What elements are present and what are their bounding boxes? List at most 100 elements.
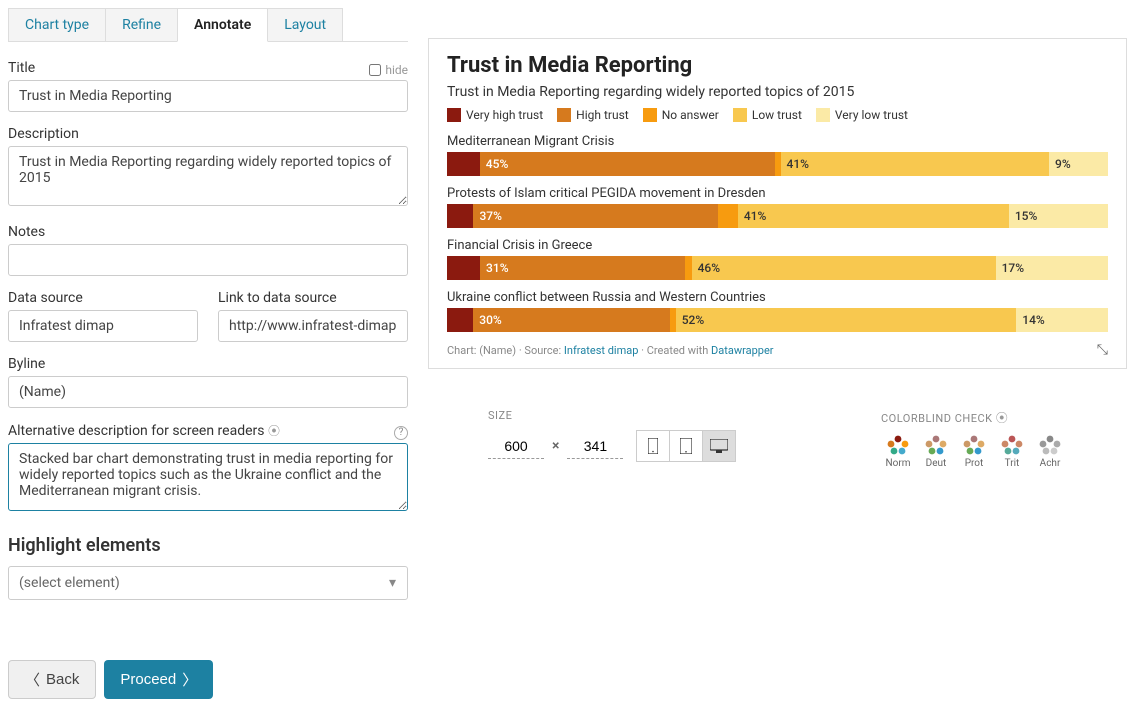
bar-segment [447, 256, 480, 280]
height-input[interactable] [567, 434, 623, 459]
chart-row: Ukraine conflict between Russia and West… [447, 290, 1108, 332]
bar-segment: 46% [692, 256, 996, 280]
chart-row: Protests of Islam critical PEGIDA moveme… [447, 186, 1108, 228]
hide-title-checkbox[interactable] [369, 64, 381, 76]
bar-segment: 41% [781, 152, 1050, 176]
legend-item: No answer [643, 108, 719, 122]
legend-swatch [816, 108, 830, 122]
link-label: Link to data source [218, 290, 408, 306]
chart-preview: Trust in Media Reporting Trust in Media … [428, 38, 1127, 369]
source-label: Data source [8, 290, 198, 306]
title-label: Title [8, 60, 35, 76]
description-input[interactable]: Trust in Media Reporting regarding widel… [8, 146, 408, 206]
legend-item: Very high trust [447, 108, 543, 122]
accessibility-icon: ⦿ [268, 424, 280, 438]
byline-input[interactable] [8, 376, 408, 408]
datawrapper-link[interactable]: Datawrapper [711, 344, 773, 357]
colorblind-norm-button[interactable]: Norm [881, 434, 915, 469]
bar-segment: 52% [676, 308, 1017, 332]
bar-segment: 17% [996, 256, 1108, 280]
highlight-heading: Highlight elements [8, 535, 408, 556]
bar-segment: 31% [480, 256, 685, 280]
bar-segment: 15% [1009, 204, 1108, 228]
chart-row: Financial Crisis in Greece 31% 46%17% [447, 238, 1108, 280]
bar-segment: 30% [473, 308, 669, 332]
bar-segment [447, 308, 473, 332]
highlight-select[interactable]: (select element) [8, 566, 408, 600]
description-label: Description [8, 126, 408, 142]
colorblind-dots-icon [998, 434, 1026, 456]
bar-stack: 30% 52%14% [447, 308, 1108, 332]
size-x-icon: × [552, 438, 559, 454]
colorblind-mode-label: Deut [919, 458, 953, 469]
editor-tabs: Chart type Refine Annotate Layout [8, 8, 408, 42]
colorblind-dots-icon [884, 434, 912, 456]
legend-swatch [557, 108, 571, 122]
legend-item: Low trust [733, 108, 802, 122]
tab-chart-type[interactable]: Chart type [8, 8, 106, 41]
link-input[interactable] [218, 310, 408, 342]
chart-footer: Chart: (Name) · Source: Infratest dimap … [447, 342, 1108, 358]
legend-label: Low trust [752, 108, 802, 122]
hide-title-toggle[interactable]: hide [369, 63, 408, 77]
mobile-icon [648, 438, 658, 454]
bar-stack: 31% 46%17% [447, 256, 1108, 280]
altdesc-label: Alternative description for screen reade… [8, 422, 280, 439]
chevron-left-icon: 〈 [25, 669, 40, 690]
notes-input[interactable] [8, 244, 408, 276]
width-input[interactable] [488, 434, 544, 459]
colorblind-dots-icon [922, 434, 950, 456]
colorblind-trit-button[interactable]: Trit [995, 434, 1029, 469]
altdesc-input[interactable]: Stacked bar chart demonstrating trust in… [8, 443, 408, 511]
device-mobile-button[interactable] [636, 430, 670, 462]
chart-title: Trust in Media Reporting [447, 53, 1108, 78]
colorblind-prot-button[interactable]: Prot [957, 434, 991, 469]
tab-layout[interactable]: Layout [267, 8, 343, 41]
device-tablet-button[interactable] [669, 430, 703, 462]
hide-title-label: hide [385, 63, 408, 77]
tab-refine[interactable]: Refine [105, 8, 178, 41]
desktop-icon [710, 439, 728, 453]
chart-legend: Very high trust High trust No answer Low tr… [447, 108, 1108, 122]
legend-label: Very low trust [835, 108, 908, 122]
colorblind-mode-label: Norm [881, 458, 915, 469]
bar-segment [447, 152, 480, 176]
colorblind-achr-button[interactable]: Achr [1033, 434, 1067, 469]
bar-segment: 37% [473, 204, 718, 228]
accessibility-icon: ⦿ [996, 411, 1009, 425]
colorblind-label: COLORBLIND CHECK ⦿ [881, 409, 1067, 426]
source-input[interactable] [8, 310, 198, 342]
tab-annotate[interactable]: Annotate [177, 8, 268, 42]
colorblind-deut-button[interactable]: Deut [919, 434, 953, 469]
proceed-button-label: Proceed [120, 671, 176, 688]
legend-label: No answer [662, 108, 719, 122]
bar-segment [685, 256, 692, 280]
chart-row-label: Mediterranean Migrant Crisis [447, 134, 1108, 149]
colorblind-mode-label: Prot [957, 458, 991, 469]
back-button[interactable]: 〈 Back [8, 660, 96, 699]
legend-label: High trust [576, 108, 629, 122]
chart-row-label: Ukraine conflict between Russia and West… [447, 290, 1108, 305]
notes-label: Notes [8, 224, 408, 240]
device-desktop-button[interactable] [702, 430, 736, 462]
help-icon[interactable]: ? [394, 426, 408, 440]
source-link[interactable]: Infratest dimap [564, 344, 639, 357]
bar-segment [718, 204, 738, 228]
legend-label: Very high trust [466, 108, 543, 122]
tablet-icon [680, 438, 692, 454]
colorblind-mode-label: Achr [1033, 458, 1067, 469]
legend-item: High trust [557, 108, 629, 122]
resize-icon[interactable]: ⤡ [1097, 342, 1108, 358]
colorblind-dots-icon [1036, 434, 1064, 456]
legend-item: Very low trust [816, 108, 908, 122]
bar-segment: 14% [1016, 308, 1108, 332]
legend-swatch [733, 108, 747, 122]
chart-bars: Mediterranean Migrant Crisis45%41%9%Prot… [447, 134, 1108, 332]
proceed-button[interactable]: Proceed 〉 [104, 660, 213, 699]
chart-row-label: Financial Crisis in Greece [447, 238, 1108, 253]
bar-segment: 45% [480, 152, 775, 176]
bar-segment [447, 204, 473, 228]
title-input[interactable] [8, 80, 408, 112]
chevron-right-icon: 〉 [182, 669, 197, 690]
size-label: SIZE [488, 409, 736, 422]
